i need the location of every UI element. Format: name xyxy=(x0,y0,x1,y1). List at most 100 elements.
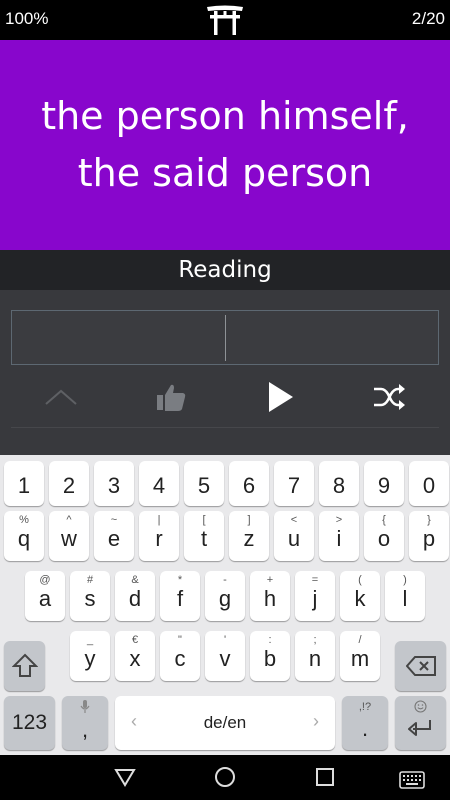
key-label: p xyxy=(422,526,436,551)
key-4[interactable]: 4 xyxy=(139,461,179,506)
soft-keyboard: 1 2 3 4 5 6 7 8 9 0% q ^ w ~ e | r[t] z < u > i{o} p @ a # s & d * f - g… xyxy=(0,455,450,755)
key-5[interactable]: 5 xyxy=(184,461,224,506)
key-u[interactable]: < u xyxy=(274,511,314,561)
key-d[interactable]: & d xyxy=(115,571,155,621)
key-label: m xyxy=(350,646,370,671)
key-label: b xyxy=(263,646,277,671)
key-label: f xyxy=(176,586,184,611)
key-label: e xyxy=(107,526,121,551)
shift-key[interactable] xyxy=(4,641,45,691)
collapse-button[interactable] xyxy=(31,375,91,419)
comma-key[interactable]: , xyxy=(62,696,108,750)
key-hint: @ xyxy=(39,574,51,586)
key-hint: _ xyxy=(86,634,94,646)
keyboard-icon[interactable] xyxy=(399,768,425,792)
home-circle-icon[interactable] xyxy=(213,765,237,789)
key-t[interactable]: [t xyxy=(184,511,224,561)
key-hint: [ xyxy=(202,514,206,526)
key-i[interactable]: > i xyxy=(319,511,359,561)
key-1[interactable]: 1 xyxy=(4,461,44,506)
key-j[interactable]: = j xyxy=(295,571,335,621)
shuffle-icon xyxy=(374,384,405,410)
key-c[interactable]: " c xyxy=(160,631,200,681)
backspace-icon xyxy=(406,656,436,676)
key-9[interactable]: 9 xyxy=(364,461,404,506)
key-label: 6 xyxy=(242,473,256,498)
key-label: 3 xyxy=(107,473,121,498)
key-hint: ) xyxy=(403,574,407,586)
key-label: j xyxy=(312,586,318,611)
thumbs-up-icon xyxy=(157,384,186,411)
key-label: u xyxy=(287,526,301,551)
key-r[interactable]: | r xyxy=(139,511,179,561)
play-button[interactable] xyxy=(250,375,310,419)
key-hint: = xyxy=(311,574,319,586)
key-label: 5 xyxy=(197,473,211,498)
progress-percent: 100% xyxy=(5,9,49,28)
key-w[interactable]: ^ w xyxy=(49,511,89,561)
key-label: o xyxy=(377,526,391,551)
key-label: l xyxy=(402,586,408,611)
key-hint: ^ xyxy=(66,514,72,526)
key-k[interactable]: (k xyxy=(340,571,380,621)
shuffle-button[interactable] xyxy=(359,375,419,419)
key-s[interactable]: # s xyxy=(70,571,110,621)
key-hint: ( xyxy=(358,574,362,586)
key-q[interactable]: % q xyxy=(4,511,44,561)
key-label: t xyxy=(200,526,208,551)
key-7[interactable]: 7 xyxy=(274,461,314,506)
key-n[interactable]: ; n xyxy=(295,631,335,681)
key-hint: ; xyxy=(313,634,317,646)
answer-input[interactable] xyxy=(11,310,439,365)
key-hint: # xyxy=(86,574,94,586)
key-label: v xyxy=(219,646,231,671)
symbols-key[interactable]: 123 xyxy=(4,696,55,750)
key-label: 8 xyxy=(332,473,346,498)
key-z[interactable]: ] z xyxy=(229,511,269,561)
period-key[interactable]: ,!? . xyxy=(342,696,388,750)
key-8[interactable]: 8 xyxy=(319,461,359,506)
microphone-icon xyxy=(80,700,90,713)
key-y[interactable]: _ y xyxy=(70,631,110,681)
key-a[interactable]: @ a xyxy=(25,571,65,621)
key-hint: ] xyxy=(247,514,251,526)
key-hint: } xyxy=(427,514,431,526)
key-2[interactable]: 2 xyxy=(49,461,89,506)
key-label: h xyxy=(263,586,277,611)
key-label: s xyxy=(84,586,96,611)
backspace-key[interactable] xyxy=(395,641,446,691)
enter-key[interactable] xyxy=(395,696,446,750)
chevron-up-icon xyxy=(45,389,77,405)
key-hint: & xyxy=(131,574,139,586)
key-l[interactable]: ) l xyxy=(385,571,425,621)
key-v[interactable]: ' v xyxy=(205,631,245,681)
key-b[interactable]: :b xyxy=(250,631,290,681)
key-o[interactable]: {o xyxy=(364,511,404,561)
enter-icon xyxy=(408,720,431,736)
recents-square-icon[interactable] xyxy=(313,765,337,789)
like-button[interactable] xyxy=(141,375,201,419)
key-label: d xyxy=(128,586,142,611)
back-triangle-icon[interactable] xyxy=(113,765,137,789)
key-label: 9 xyxy=(377,473,391,498)
key-f[interactable]: * f xyxy=(160,571,200,621)
key-h[interactable]: + h xyxy=(250,571,290,621)
key-label: g xyxy=(218,586,232,611)
key-m[interactable]: / m xyxy=(340,631,380,681)
key-hint: ~ xyxy=(110,514,118,526)
space-key[interactable]: ‹ de/en › xyxy=(115,696,335,750)
key-hint: ' xyxy=(223,634,227,646)
key-hint: / xyxy=(358,634,362,646)
key-e[interactable]: ~ e xyxy=(94,511,134,561)
key-label: q xyxy=(17,526,31,551)
key-0[interactable]: 0 xyxy=(409,461,449,506)
key-label: c xyxy=(174,646,186,671)
key-3[interactable]: 3 xyxy=(94,461,134,506)
key-6[interactable]: 6 xyxy=(229,461,269,506)
key-label: a xyxy=(38,586,52,611)
key-x[interactable]: € x xyxy=(115,631,155,681)
mode-label: Reading xyxy=(0,250,450,290)
key-p[interactable]: } p xyxy=(409,511,449,561)
key-g[interactable]: -g xyxy=(205,571,245,621)
key-hint: > xyxy=(335,514,343,526)
